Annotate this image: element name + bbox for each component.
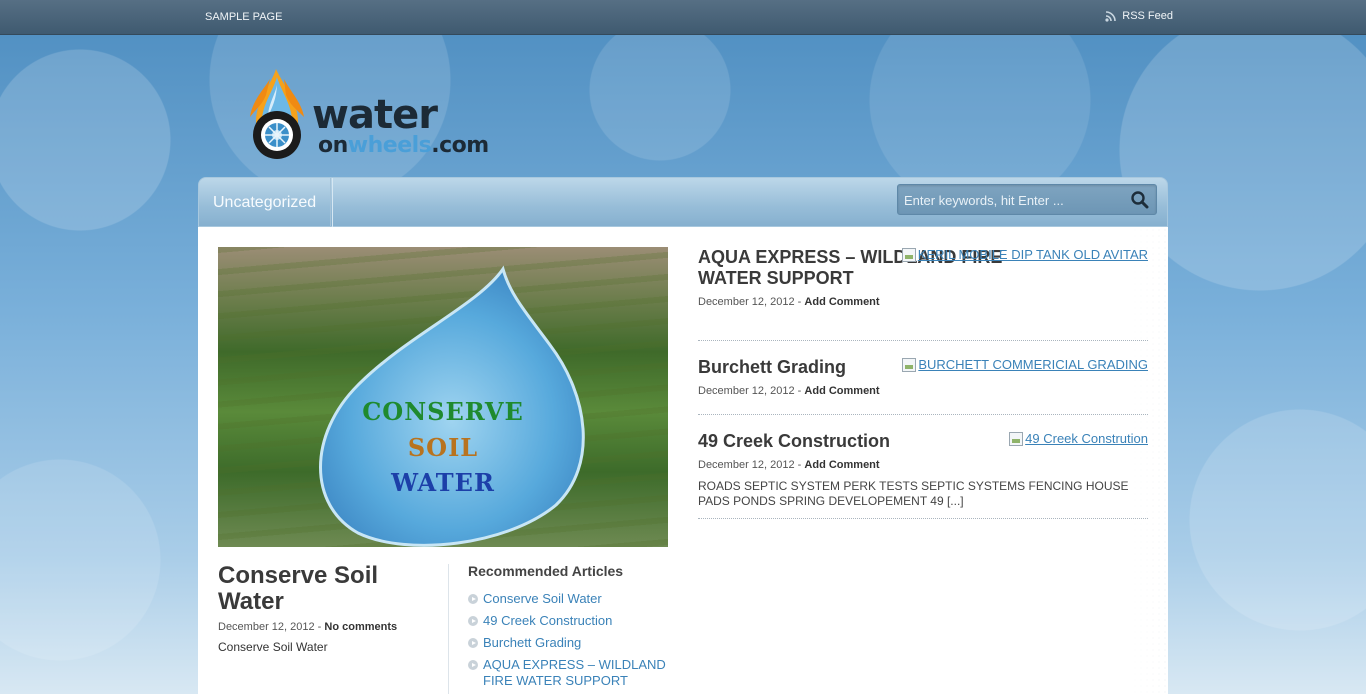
featured-post-meta: December 12, 2012 - No comments	[218, 621, 397, 633]
post-burchett-grading: BURCHETT COMMERICIAL GRADING Burchett Gr…	[698, 357, 1148, 397]
featured-post-date: December 12, 2012	[218, 621, 315, 633]
nav-item-uncategorized[interactable]: Uncategorized	[199, 178, 332, 227]
list-item: Burchett Grading	[468, 635, 678, 651]
post-thumbnail-link[interactable]: KERIL MOBILE DIP TANK OLD AVITAR	[901, 247, 1148, 262]
add-comment-link[interactable]: Add Comment	[804, 296, 879, 308]
meta-separator: -	[794, 385, 805, 397]
post-excerpt: ROADS SEPTIC SYSTEM PERK TESTS SEPTIC SY…	[698, 479, 1129, 508]
top-bar: SAMPLE PAGE RSS Feed	[0, 0, 1366, 35]
post-thumbnail-link[interactable]: 49 Creek Constrution	[1009, 431, 1148, 446]
post-aqua-express: KERIL MOBILE DIP TANK OLD AVITAR AQUA EX…	[698, 247, 1148, 308]
recommended-heading: Recommended Articles	[468, 563, 624, 579]
image-text-water: WATER	[391, 468, 495, 497]
post-thumbnail-alt: BURCHETT COMMERICIAL GRADING	[918, 357, 1148, 372]
rss-feed-link[interactable]: RSS Feed	[1105, 10, 1173, 22]
image-text-conserve: CONSERVE	[362, 397, 524, 426]
arrow-bullet-icon	[468, 660, 478, 670]
site-logo[interactable]: water onwheels.com	[246, 65, 489, 170]
post-thumbnail-alt: KERIL MOBILE DIP TANK OLD AVITAR	[917, 247, 1148, 262]
search-box	[897, 184, 1157, 215]
recommended-link[interactable]: Conserve Soil Water	[483, 591, 602, 606]
recommended-divider	[448, 564, 449, 694]
arrow-bullet-icon	[468, 594, 478, 604]
broken-image-icon	[902, 357, 917, 372]
post-divider	[698, 518, 1148, 519]
broken-image-icon	[1009, 431, 1024, 446]
post-divider	[698, 340, 1148, 341]
list-item: AQUA EXPRESS – WILDLAND FIRE WATER SUPPO…	[468, 657, 678, 689]
recommended-list: Conserve Soil Water 49 Creek Constructio…	[468, 591, 678, 694]
featured-post-title[interactable]: Conserve Soil Water	[218, 563, 428, 615]
rss-icon	[1105, 10, 1117, 22]
recommended-link[interactable]: 49 Creek Construction	[483, 613, 612, 628]
water-drop-wheel-logo-icon	[250, 69, 304, 159]
main-navbar: Uncategorized	[198, 177, 1168, 227]
post-49-creek-construction: 49 Creek Constrution 49 Creek Constructi…	[698, 431, 1148, 509]
add-comment-link[interactable]: Add Comment	[804, 385, 879, 397]
meta-separator: -	[794, 459, 805, 471]
post-divider	[698, 414, 1148, 415]
post-meta: December 12, 2012 - Add Comment	[698, 385, 1148, 397]
recommended-link[interactable]: Burchett Grading	[483, 635, 581, 650]
search-button[interactable]	[1130, 190, 1150, 210]
meta-separator: -	[314, 621, 325, 633]
meta-separator: -	[794, 296, 805, 308]
post-date: December 12, 2012	[698, 385, 795, 397]
nav-link-sample-page[interactable]: SAMPLE PAGE	[205, 11, 282, 23]
add-comment-link[interactable]: Add Comment	[804, 459, 879, 471]
post-meta: December 12, 2012 - Add Comment	[698, 296, 1148, 308]
list-item: Conserve Soil Water	[468, 591, 678, 607]
search-input[interactable]	[904, 191, 1120, 209]
post-date: December 12, 2012	[698, 296, 795, 308]
recommended-link[interactable]: AQUA EXPRESS – WILDLAND FIRE WATER SUPPO…	[483, 657, 666, 688]
post-date: December 12, 2012	[698, 459, 795, 471]
rss-feed-label: RSS Feed	[1122, 10, 1173, 22]
logo-text-wheels: wheels	[347, 133, 432, 158]
content-area: CONSERVE SOIL WATER Conserve Soil Water …	[198, 227, 1168, 694]
post-meta: December 12, 2012 - Add Comment	[698, 459, 1148, 471]
featured-post-excerpt: Conserve Soil Water	[218, 640, 328, 654]
search-icon	[1131, 191, 1149, 209]
logo-text-on: on	[318, 133, 348, 158]
logo-text-onwheels: onwheels.com	[318, 134, 489, 158]
post-thumbnail-link[interactable]: BURCHETT COMMERICIAL GRADING	[902, 357, 1148, 372]
broken-image-icon	[901, 247, 916, 262]
nav-divider	[332, 178, 333, 227]
featured-post-image[interactable]: CONSERVE SOIL WATER	[218, 247, 668, 547]
image-text-soil: SOIL	[407, 433, 479, 462]
list-item: 49 Creek Construction	[468, 613, 678, 629]
arrow-bullet-icon	[468, 616, 478, 626]
nav-item-label: Uncategorized	[213, 193, 317, 211]
logo-text-com: .com	[431, 133, 489, 158]
logo-text-water: water	[312, 92, 438, 138]
featured-post-comments-link[interactable]: No comments	[324, 621, 397, 633]
arrow-bullet-icon	[468, 638, 478, 648]
post-thumbnail-alt: 49 Creek Constrution	[1025, 431, 1148, 446]
